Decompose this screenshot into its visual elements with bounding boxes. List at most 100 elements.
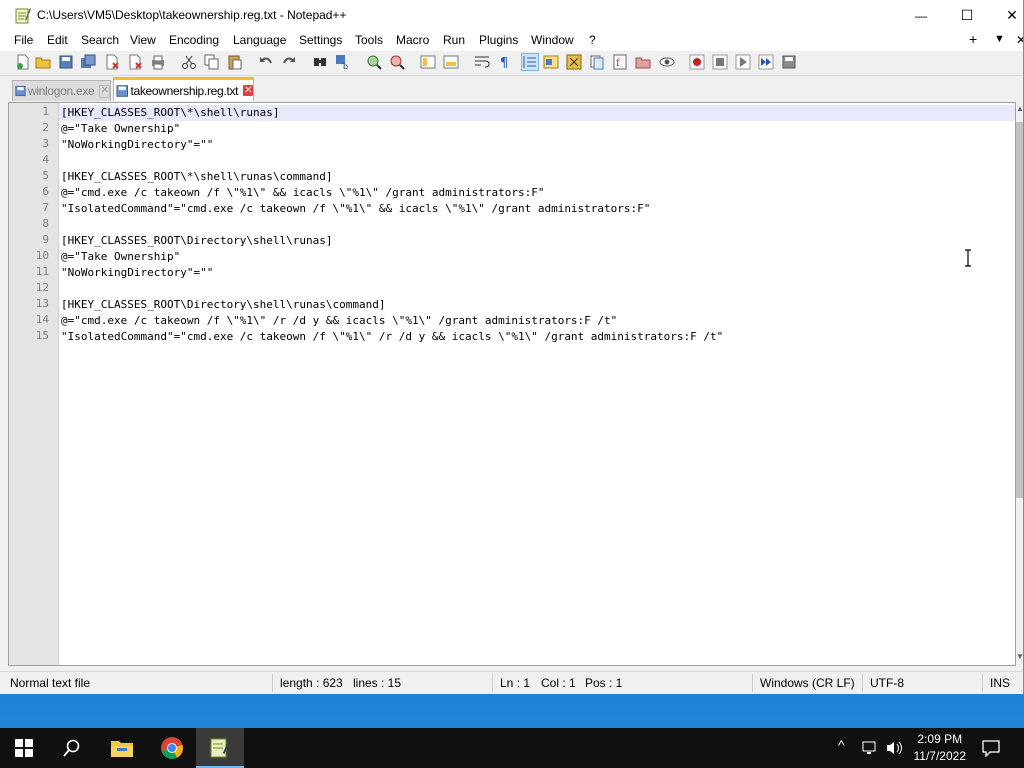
tab-close-icon[interactable]: ✕ <box>243 85 253 96</box>
code-line[interactable]: "NoWorkingDirectory"="" <box>61 265 213 281</box>
menu-run[interactable]: Run <box>443 33 465 47</box>
code-line[interactable]: [HKEY_CLASSES_ROOT\*\shell\runas] <box>61 105 280 121</box>
document-map-icon[interactable] <box>566 54 582 70</box>
sync-horizontal-icon[interactable] <box>443 54 459 70</box>
menu-file[interactable]: File <box>14 33 33 47</box>
svg-text:¶: ¶ <box>500 56 508 70</box>
function-list-icon[interactable]: f <box>612 54 628 70</box>
show-hidden-icons-chevron-icon[interactable]: ^ <box>838 737 845 753</box>
menu-window[interactable]: Window <box>531 33 574 47</box>
playback-icon[interactable] <box>735 54 751 70</box>
system-clock[interactable]: 2:09 PM 11/7/2022 <box>914 731 967 765</box>
line-number: 12 <box>35 281 49 294</box>
code-line[interactable]: "NoWorkingDirectory"="" <box>61 137 213 153</box>
print-icon[interactable] <box>150 54 166 70</box>
line-number: 1 <box>42 105 49 118</box>
start-recording-icon[interactable] <box>689 54 705 70</box>
status-encoding[interactable]: UTF-8 <box>870 676 904 690</box>
menu-tools[interactable]: Tools <box>355 33 383 47</box>
search-icon <box>63 739 80 757</box>
show-all-characters-icon[interactable]: ¶ <box>497 54 513 70</box>
volume-icon[interactable] <box>886 740 904 756</box>
folder-as-workspace-icon[interactable] <box>635 54 651 70</box>
tab-takeownership-reg-txt[interactable]: takeownership.reg.txt ✕ <box>113 77 254 101</box>
tab-winlogon-exe[interactable]: winlogon.exe ✕ <box>12 80 111 101</box>
close-all-icon[interactable] <box>127 54 143 70</box>
maximize-button[interactable]: ☐ <box>944 0 990 31</box>
network-icon[interactable] <box>862 740 880 756</box>
scroll-up-icon[interactable]: ▲ <box>1016 104 1023 113</box>
scrollbar-thumb[interactable] <box>1016 122 1023 498</box>
menu-help[interactable]: ? <box>589 33 596 47</box>
stop-recording-icon[interactable] <box>712 54 728 70</box>
status-insert-mode[interactable]: INS <box>990 676 1010 690</box>
chrome-taskbar-button[interactable] <box>148 728 196 768</box>
zoom-out-icon[interactable] <box>389 54 405 70</box>
sync-vertical-icon[interactable] <box>420 54 436 70</box>
menu-settings[interactable]: Settings <box>299 33 342 47</box>
paste-icon[interactable] <box>227 54 243 70</box>
close-button[interactable]: ✕ <box>989 0 1023 31</box>
file-explorer-taskbar-button[interactable] <box>98 728 146 768</box>
code-line[interactable]: [HKEY_CLASSES_ROOT\Directory\shell\runas… <box>61 233 333 249</box>
menu-search[interactable]: Search <box>81 33 119 47</box>
code-line[interactable]: @="Take Ownership" <box>61 249 180 265</box>
save-macro-icon[interactable] <box>781 54 797 70</box>
line-number: 7 <box>42 201 49 214</box>
menu-macro[interactable]: Macro <box>396 33 429 47</box>
replace-icon[interactable]: b <box>335 54 351 70</box>
status-file-type: Normal text file <box>10 676 91 690</box>
notepadpp-taskbar-button[interactable] <box>196 728 244 768</box>
code-line[interactable]: [HKEY_CLASSES_ROOT\*\shell\runas\command… <box>61 169 333 185</box>
start-button[interactable] <box>0 728 48 768</box>
code-line[interactable]: @="cmd.exe /c takeown /f \"%1\" /r /d y … <box>61 313 617 329</box>
svg-text:b: b <box>343 62 348 70</box>
find-icon[interactable] <box>312 54 328 70</box>
close-file-icon[interactable] <box>104 54 120 70</box>
maximize-icon: ☐ <box>960 7 974 23</box>
line-number: 8 <box>42 217 49 230</box>
notifications-icon[interactable] <box>982 739 1000 757</box>
add-new-tab-button[interactable]: + <box>969 31 977 47</box>
open-file-icon[interactable] <box>35 54 51 70</box>
word-wrap-icon[interactable] <box>474 54 490 70</box>
close-document-button[interactable]: ✕ <box>1016 33 1023 47</box>
code-line[interactable]: "IsolatedCommand"="cmd.exe /c takeown /f… <box>61 201 650 217</box>
tab-label: winlogon.exe <box>27 84 95 98</box>
menu-view[interactable]: View <box>130 33 156 47</box>
minimize-button[interactable]: — <box>898 0 944 31</box>
cut-icon[interactable] <box>181 54 197 70</box>
code-line[interactable]: @="cmd.exe /c takeown /f \"%1\" && icacl… <box>61 185 544 201</box>
tab-close-icon[interactable]: ✕ <box>99 84 110 98</box>
user-defined-language-icon[interactable] <box>543 54 559 70</box>
menu-encoding[interactable]: Encoding <box>169 33 219 47</box>
run-macro-multiple-icon[interactable] <box>758 54 774 70</box>
code-line[interactable]: [HKEY_CLASSES_ROOT\Directory\shell\runas… <box>61 297 386 313</box>
monitoring-icon[interactable] <box>659 54 675 70</box>
tab-bar: winlogon.exe ✕ takeownership.reg.txt ✕ <box>0 77 1023 102</box>
status-separator <box>862 674 863 692</box>
search-button[interactable] <box>48 728 96 768</box>
status-separator <box>492 674 493 692</box>
status-ln: Ln : 1 <box>500 676 531 690</box>
scroll-down-icon[interactable]: ▼ <box>1016 652 1023 661</box>
menu-language[interactable]: Language <box>233 33 286 47</box>
menu-plugins[interactable]: Plugins <box>479 33 518 47</box>
undo-icon[interactable] <box>258 54 274 70</box>
tab-list-dropdown-button[interactable]: ▼ <box>994 33 1005 45</box>
document-list-icon[interactable] <box>589 54 605 70</box>
new-file-icon[interactable] <box>15 54 31 70</box>
editor-area[interactable]: 1 2 3 4 5 6 7 8 9 10 11 12 13 14 15 [HKE… <box>8 102 1016 666</box>
indent-guide-icon[interactable] <box>521 53 539 71</box>
status-eol[interactable]: Windows (CR LF) <box>760 676 855 690</box>
redo-icon[interactable] <box>281 54 297 70</box>
menu-edit[interactable]: Edit <box>47 33 68 47</box>
save-all-icon[interactable] <box>80 54 96 70</box>
zoom-in-icon[interactable] <box>366 54 382 70</box>
line-number-gutter[interactable]: 1 2 3 4 5 6 7 8 9 10 11 12 13 14 15 <box>9 103 59 665</box>
vertical-scrollbar[interactable]: ▲ ▼ <box>1016 102 1023 666</box>
copy-icon[interactable] <box>204 54 220 70</box>
save-icon[interactable] <box>58 54 74 70</box>
code-line[interactable]: "IsolatedCommand"="cmd.exe /c takeown /f… <box>61 329 723 345</box>
code-line[interactable]: @="Take Ownership" <box>61 121 180 137</box>
